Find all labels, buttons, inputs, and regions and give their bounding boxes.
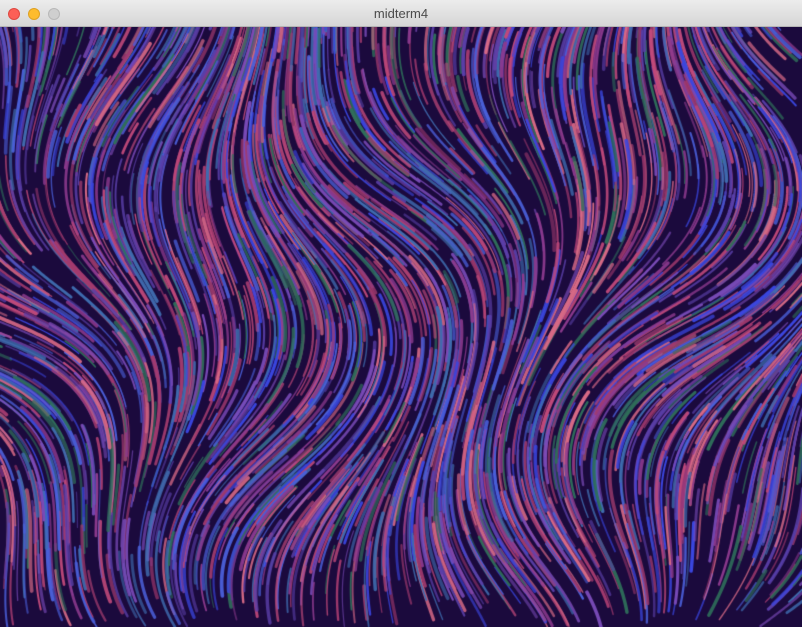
sketch-canvas-area[interactable] — [0, 27, 802, 627]
app-window: midterm4 — [0, 0, 802, 627]
window-title: midterm4 — [373, 6, 429, 21]
title-bar[interactable]: midterm4 — [0, 0, 802, 27]
flow-field-canvas[interactable] — [0, 27, 802, 627]
